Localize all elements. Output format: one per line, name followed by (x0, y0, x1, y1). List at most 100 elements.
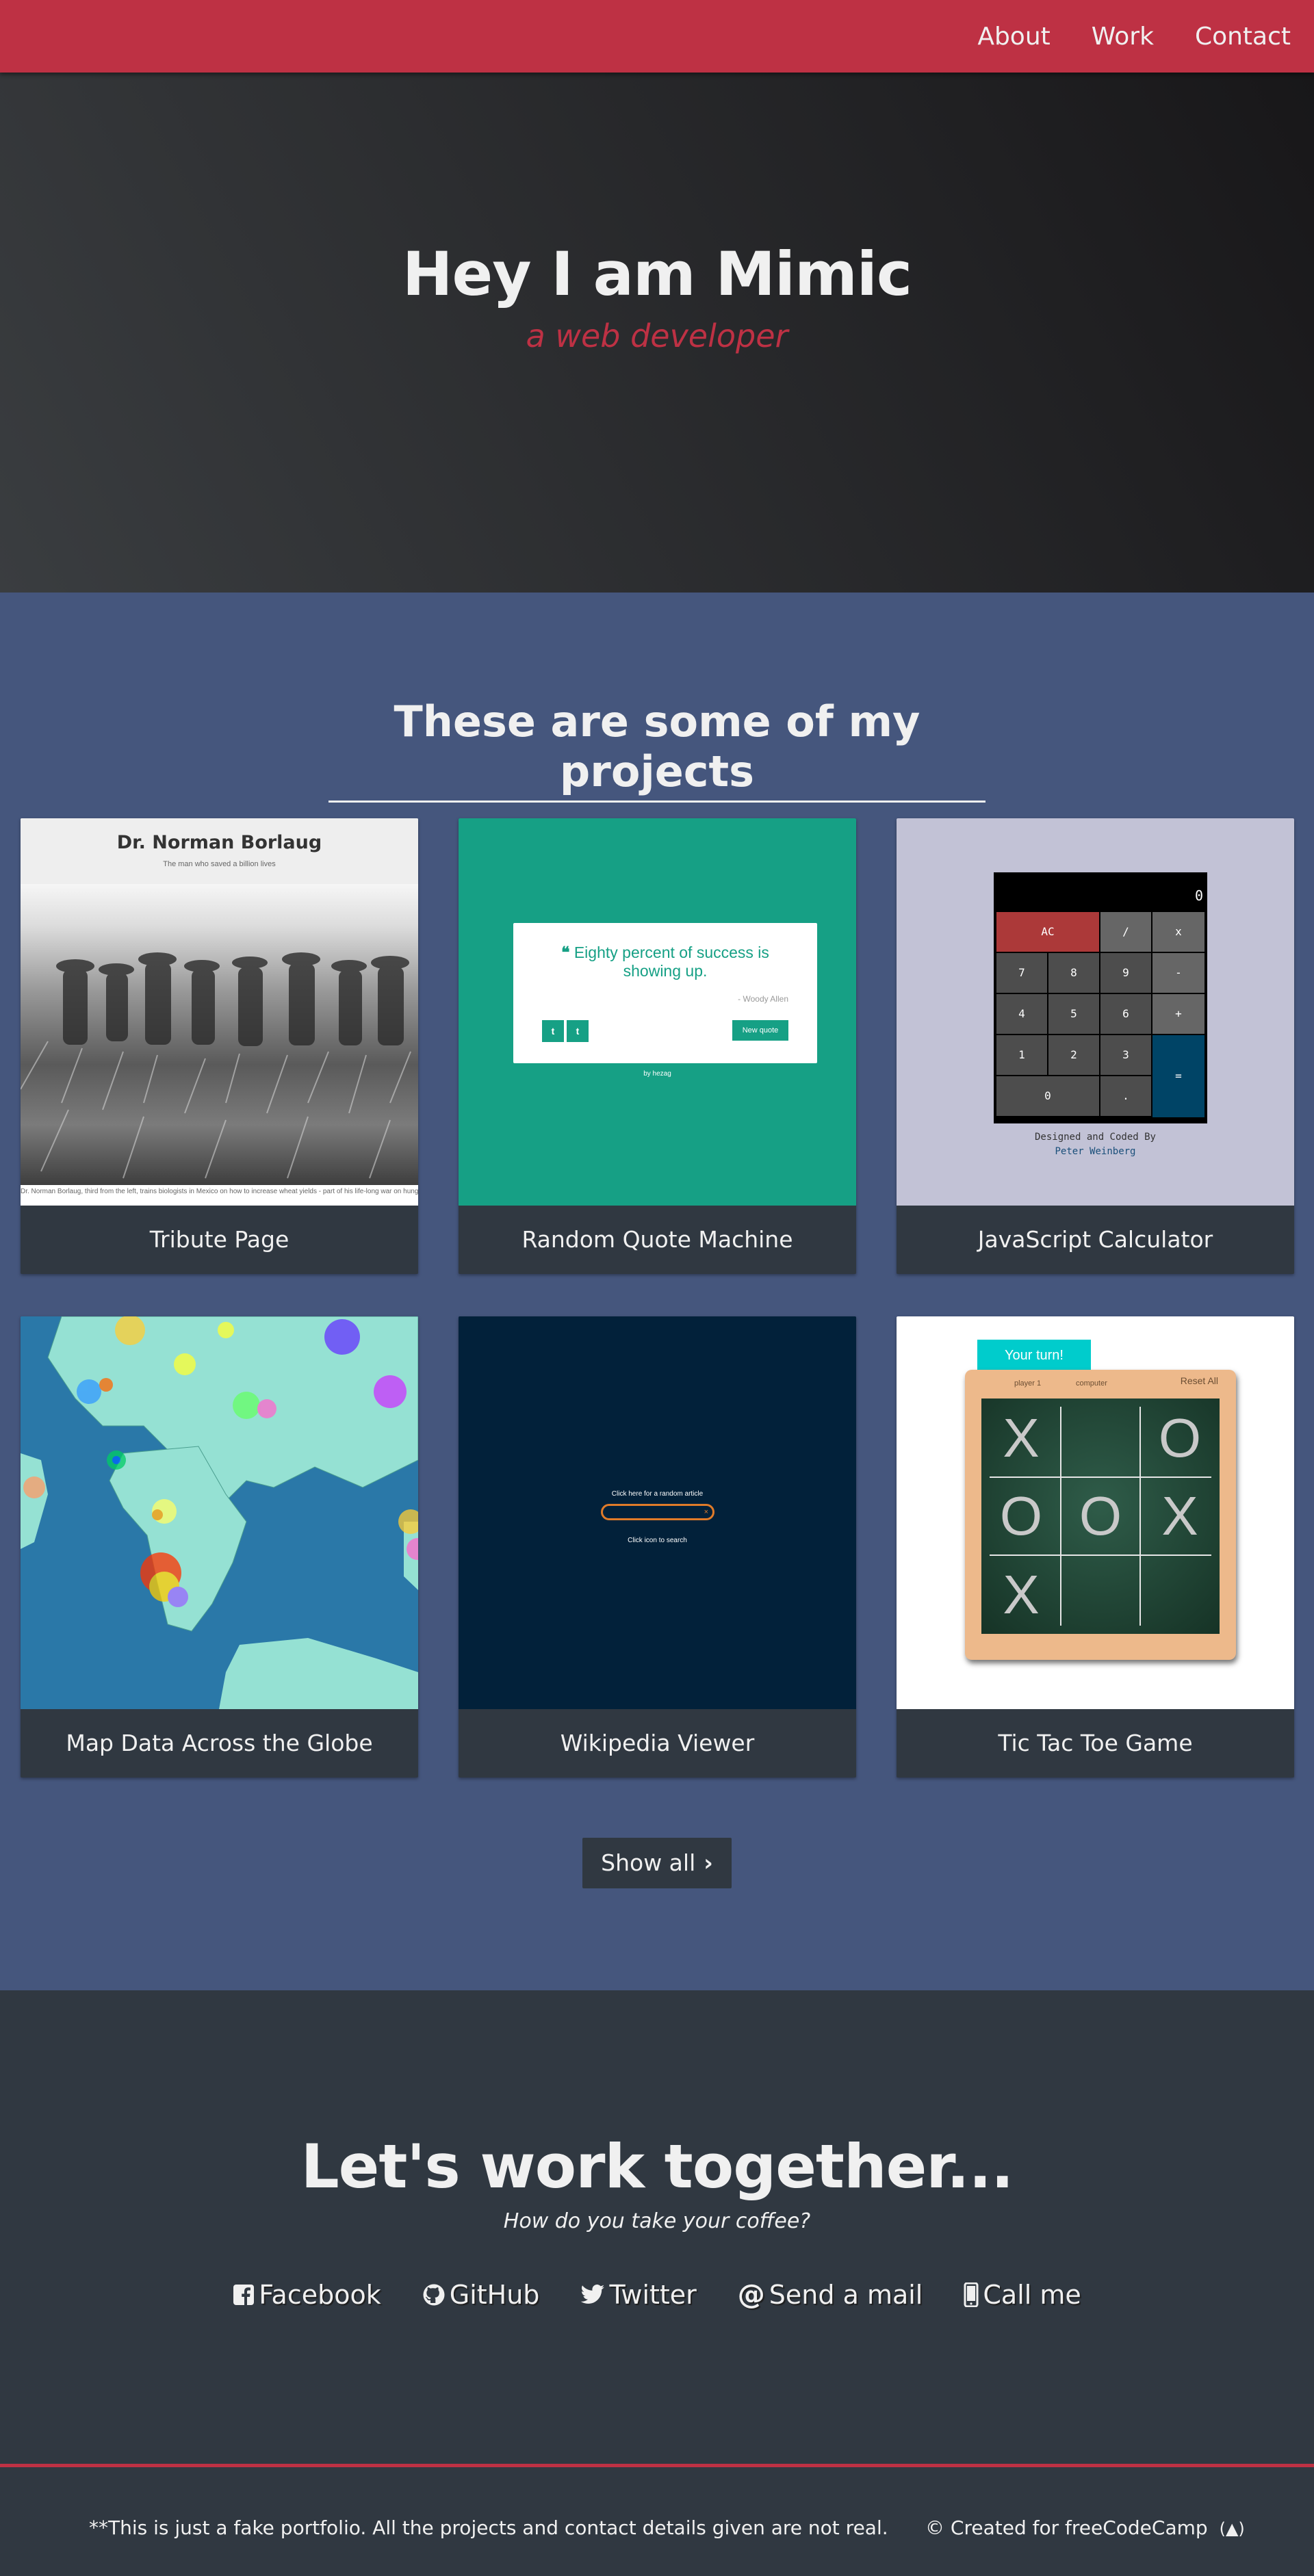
contact-links: Facebook GitHub Twitter @ Send a mail Ca… (0, 2279, 1314, 2311)
calc-key-minus: - (1152, 953, 1204, 993)
map-thumbnail (21, 1316, 418, 1709)
calc-key-2: 2 (1048, 1035, 1099, 1075)
your-turn-banner: Your turn! (977, 1340, 1091, 1371)
new-quote-button-preview: New quote (732, 1020, 788, 1041)
calculator-credit-line-2: Peter Weinberg (1055, 1146, 1136, 1157)
project-tile-javascript-calculator[interactable]: 0 AC / x 7 8 9 - 4 5 6 + 1 2 3 = 0 . Des… (897, 818, 1294, 1274)
calc-key-ac: AC (996, 912, 1099, 952)
board-cell: O (1158, 1407, 1202, 1468)
project-tile-map-data[interactable]: Map Data Across the Globe (21, 1316, 418, 1778)
close-icon: × (704, 1508, 708, 1516)
calc-key-9: 9 (1100, 953, 1151, 993)
calculator-credit-line-1: Designed and Coded By (1034, 1132, 1156, 1143)
calc-key-equals: = (1152, 1035, 1204, 1117)
twitter-link[interactable]: Twitter (580, 2279, 697, 2311)
calculator-preview: 0 AC / x 7 8 9 - 4 5 6 + 1 2 3 = 0 . (994, 872, 1207, 1123)
board-cell (1061, 1555, 1140, 1634)
board-cell: X (1161, 1485, 1198, 1546)
quote-preview-credit: by hezag (643, 1070, 671, 1078)
calc-key-multiply: x (1152, 912, 1204, 952)
tumblr-share-icon: t (567, 1020, 589, 1042)
projects-heading: These are some of my projects (328, 697, 985, 803)
nav-link-contact[interactable]: Contact (1195, 23, 1291, 51)
wiki-random-article-text: Click here for a random article (611, 1490, 704, 1498)
board-cell: X (1003, 1564, 1040, 1625)
calc-key-plus: + (1152, 994, 1204, 1034)
contact-section: Let's work together... How do you take y… (0, 1990, 1314, 2464)
footer-disclaimer: **This is just a fake portfolio. All the… (89, 2516, 888, 2539)
quote-icon: ❝ (561, 944, 574, 961)
footer-credit: © Created for freeCodeCamp (▲) (925, 2516, 1245, 2539)
project-tile-wikipedia-viewer[interactable]: Click here for a random article × Click … (459, 1316, 856, 1778)
show-all-button[interactable]: Show all › (582, 1838, 732, 1888)
footer-credit-text: © Created for freeCodeCamp (925, 2516, 1208, 2539)
project-tile-random-quote-machine[interactable]: ❝ Eighty percent of success is showing u… (459, 818, 856, 1274)
footer: **This is just a fake portfolio. All the… (0, 2464, 1314, 2576)
calc-key-0: 0 (996, 1076, 1099, 1116)
quote-box: ❝ Eighty percent of success is showing u… (513, 923, 817, 1063)
chalk-board: X O O O X X (981, 1398, 1220, 1634)
call-me-label: Call me (983, 2280, 1081, 2310)
calc-key-7: 7 (996, 953, 1047, 993)
twitter-share-icon: t (542, 1020, 564, 1042)
mobile-phone-icon (964, 2282, 979, 2307)
calc-key-1: 1 (996, 1035, 1047, 1075)
top-navbar: About Work Contact (0, 0, 1314, 73)
tic-tac-toe-board-frame: player 1 computer Reset All X O O O X X (965, 1370, 1236, 1660)
world-map-preview (21, 1316, 418, 1709)
board-cell: X (1003, 1407, 1040, 1468)
hero-title: Hey I am Mimic (402, 239, 912, 309)
tribute-preview-subheading: The man who saved a billion lives (163, 860, 276, 868)
project-title: Tic Tac Toe Game (998, 1730, 1193, 1756)
calc-key-5: 5 (1048, 994, 1099, 1034)
nav-link-work[interactable]: Work (1092, 23, 1154, 51)
send-mail-link[interactable]: @ Send a mail (738, 2279, 923, 2311)
project-tile-tic-tac-toe[interactable]: Your turn! player 1 computer Reset All X… (897, 1316, 1294, 1778)
board-cell (1061, 1398, 1140, 1477)
facebook-label: Facebook (259, 2280, 381, 2310)
quote-preview-author: - Woody Allen (738, 994, 788, 1004)
hero-subtitle: a web developer (526, 317, 788, 354)
borlaug-photo (21, 884, 418, 1185)
twitter-label: Twitter (609, 2280, 697, 2310)
calc-key-decimal: . (1100, 1076, 1151, 1116)
quote-preview-text: Eighty percent of success is showing up. (574, 944, 769, 980)
board-cell: O (1079, 1485, 1122, 1546)
send-mail-label: Send a mail (769, 2280, 923, 2310)
calc-key-6: 6 (1100, 994, 1151, 1034)
github-link[interactable]: GitHub (422, 2279, 539, 2311)
facebook-link[interactable]: Facebook (233, 2279, 381, 2311)
wiki-search-hint: Click icon to search (628, 1537, 687, 1544)
project-title: JavaScript Calculator (977, 1226, 1213, 1253)
contact-subtitle: How do you take your coffee? (503, 2209, 811, 2233)
contact-title: Let's work together... (300, 2131, 1014, 2202)
board-cell: O (999, 1485, 1043, 1546)
freecodecamp-icon: (▲) (1219, 2519, 1245, 2538)
reset-all-button-preview: Reset All (1180, 1375, 1218, 1386)
calculator-display: 0 (1194, 887, 1203, 904)
tribute-preview-caption: Dr. Norman Borlaug, third from the left,… (21, 1188, 418, 1195)
show-all-label: Show all (601, 1849, 696, 1876)
project-title: Map Data Across the Globe (66, 1730, 373, 1756)
computer-label: computer (1076, 1379, 1107, 1388)
facebook-icon (233, 2284, 255, 2306)
tribute-page-thumbnail: Dr. Norman Borlaug The man who saved a b… (21, 818, 418, 1206)
call-me-link[interactable]: Call me (964, 2279, 1081, 2311)
quote-machine-thumbnail: ❝ Eighty percent of success is showing u… (459, 818, 856, 1206)
projects-section: These are some of my projects Dr. Norman… (0, 593, 1314, 1990)
wiki-search-box-preview: × (601, 1504, 714, 1520)
project-title: Wikipedia Viewer (560, 1730, 755, 1756)
player-label: player 1 (1014, 1379, 1042, 1388)
project-tile-tribute-page[interactable]: Dr. Norman Borlaug The man who saved a b… (21, 818, 418, 1274)
board-cell (1140, 1555, 1220, 1634)
tic-tac-toe-thumbnail: Your turn! player 1 computer Reset All X… (897, 1316, 1294, 1709)
nav-links: About Work Contact (936, 0, 1291, 73)
calc-key-divide: / (1100, 912, 1151, 952)
tribute-preview-heading: Dr. Norman Borlaug (116, 832, 322, 853)
nav-link-about[interactable]: About (977, 23, 1050, 51)
github-icon (422, 2283, 446, 2306)
project-title: Random Quote Machine (521, 1226, 793, 1253)
chevron-right-icon: › (704, 1849, 713, 1876)
calculator-preview-credit: Designed and Coded By Peter Weinberg (897, 1130, 1294, 1159)
calculator-thumbnail: 0 AC / x 7 8 9 - 4 5 6 + 1 2 3 = 0 . Des… (897, 818, 1294, 1206)
